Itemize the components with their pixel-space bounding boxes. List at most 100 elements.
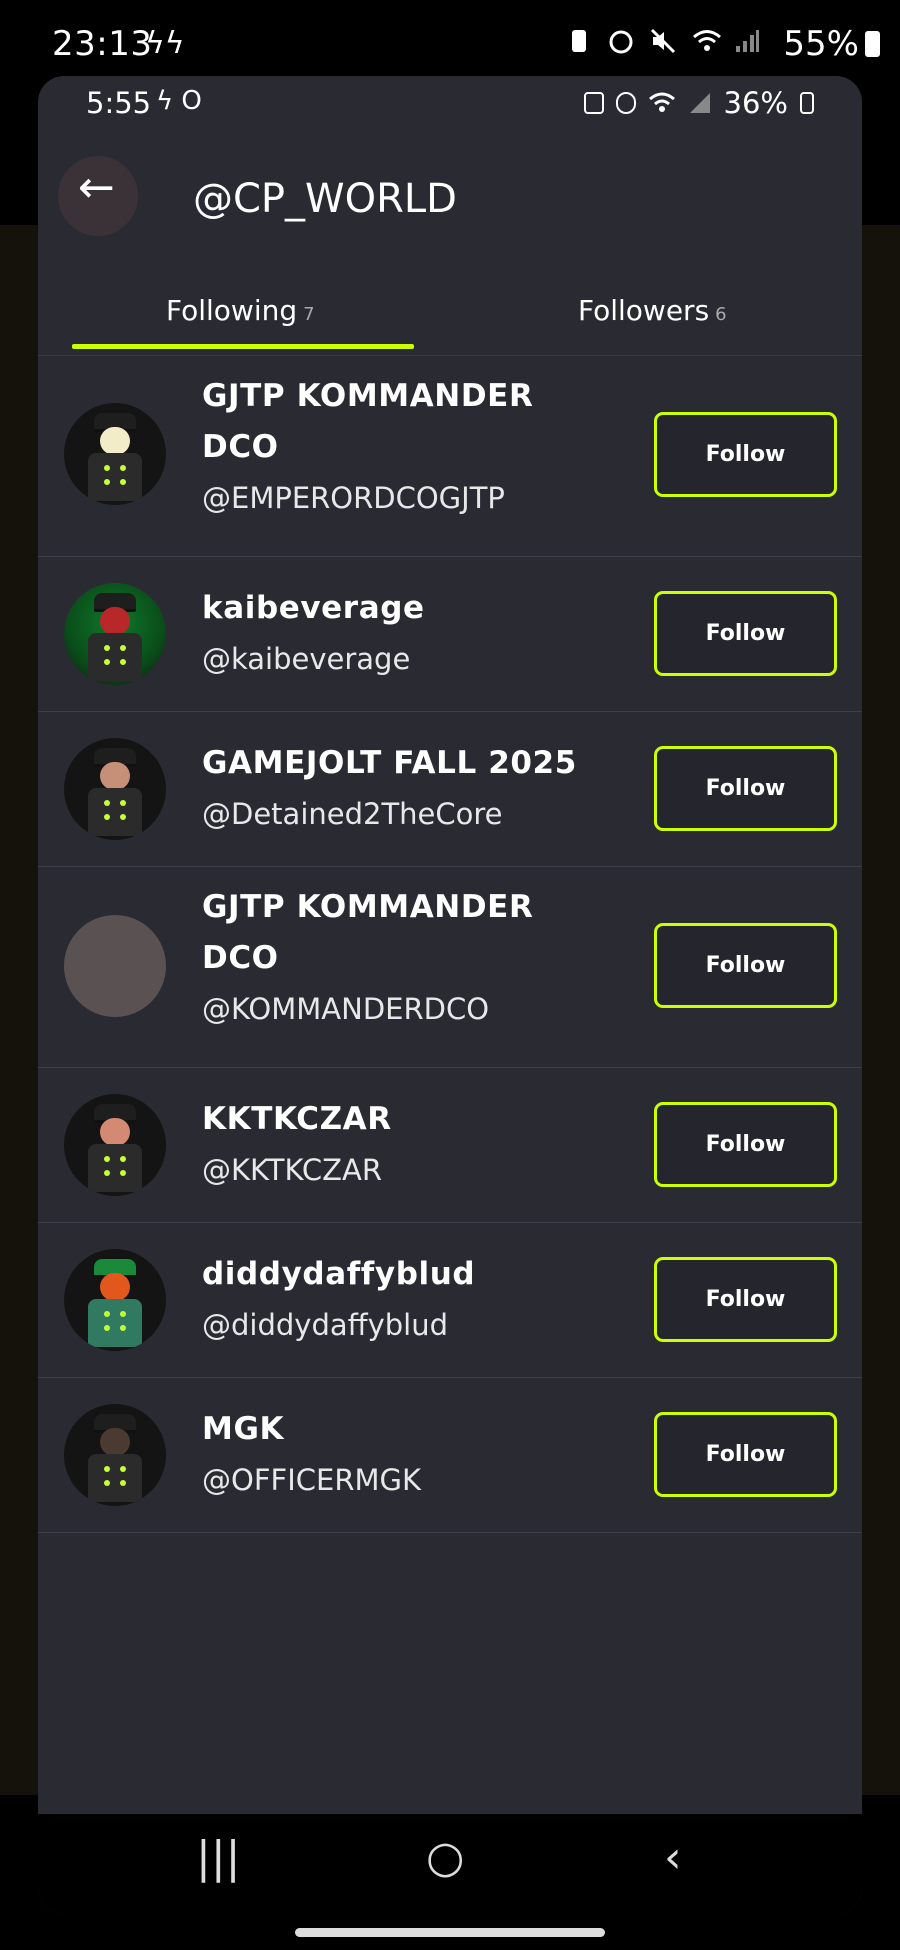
avatar[interactable] <box>64 403 166 505</box>
avatar-face <box>100 607 130 635</box>
avatar-button-dot <box>104 659 110 665</box>
user-row[interactable]: KKTKCZAR @KKTKCZAR Follow <box>38 1068 862 1223</box>
tab-following-count: 7 <box>303 304 315 325</box>
username[interactable]: @OFFICERMGK <box>202 1455 592 1505</box>
following-list: GJTP KOMMANDER DCO @EMPERORDCOGJTP Follo… <box>38 356 862 1533</box>
follow-button[interactable]: Follow <box>654 746 837 831</box>
avatar[interactable] <box>64 1094 166 1196</box>
battery-icon <box>800 92 814 114</box>
follow-button[interactable]: Follow <box>654 591 837 676</box>
user-row[interactable]: MGK @OFFICERMGK Follow <box>38 1378 862 1533</box>
avatar-face <box>100 762 130 790</box>
status-time: 23:13 <box>52 24 153 64</box>
avatar-face <box>100 1118 130 1146</box>
inner-status-time: 5:55 <box>86 86 152 120</box>
recent-apps-icon[interactable]: ||| <box>196 1832 240 1883</box>
follow-button[interactable]: Follow <box>654 1412 837 1497</box>
avatar-button-dot <box>120 479 126 485</box>
user-names: GAMEJOLT FALL 2025 @Detained2TheCore <box>202 738 622 839</box>
user-row[interactable]: diddydaffyblud @diddydaffyblud Follow <box>38 1223 862 1378</box>
avatar-button-dot <box>104 645 110 651</box>
avatar-button-dot <box>104 1325 110 1331</box>
avatar-button-dot <box>104 1170 110 1176</box>
avatar[interactable] <box>64 1249 166 1351</box>
username[interactable]: @kaibeverage <box>202 634 592 684</box>
tab-following-label: Following <box>166 294 298 327</box>
battery-percent: 55% <box>783 24 859 64</box>
tab-following[interactable]: Following 7 <box>166 294 315 327</box>
display-name[interactable]: MGK <box>202 1404 592 1455</box>
battery-saver-icon <box>583 92 604 114</box>
avatar-body <box>88 1144 142 1192</box>
lightning-icon: ϟϟ <box>145 26 185 61</box>
signal-icon <box>688 86 712 120</box>
avatar-button-dot <box>120 1156 126 1162</box>
avatar-body <box>88 633 142 681</box>
avatar[interactable] <box>64 583 166 685</box>
page-title: @CP_WORLD <box>193 176 457 222</box>
wifi-icon <box>692 28 721 54</box>
display-name[interactable]: GJTP KOMMANDER DCO <box>202 371 592 473</box>
avatar-button-dot <box>104 465 110 471</box>
avatar-button-dot <box>120 659 126 665</box>
username[interactable]: @Detained2TheCore <box>202 789 622 839</box>
battery-status: 55% <box>783 24 880 64</box>
avatar-button-dot <box>104 814 110 820</box>
avatar-button-dot <box>104 1480 110 1486</box>
app-header: ← @CP_WORLD <box>38 136 862 266</box>
avatar-button-dot <box>104 1466 110 1472</box>
user-row[interactable]: GJTP KOMMANDER DCO @EMPERORDCOGJTP Follo… <box>38 356 862 557</box>
tab-followers[interactable]: Followers 6 <box>578 294 727 327</box>
username[interactable]: @EMPERORDCOGJTP <box>202 473 592 523</box>
username[interactable]: @KOMMANDERDCO <box>202 984 592 1034</box>
avatar-button-dot <box>120 814 126 820</box>
display-name[interactable]: kaibeverage <box>202 583 592 634</box>
display-name[interactable]: diddydaffyblud <box>202 1249 592 1300</box>
user-row[interactable]: GAMEJOLT FALL 2025 @Detained2TheCore Fol… <box>38 712 862 867</box>
user-row[interactable]: kaibeverage @kaibeverage Follow <box>38 557 862 712</box>
back-icon[interactable]: ‹ <box>664 1832 682 1883</box>
avatar[interactable] <box>64 1404 166 1506</box>
avatar-button-dot <box>120 1311 126 1317</box>
avatar-button-dot <box>120 800 126 806</box>
display-name[interactable]: GJTP KOMMANDER DCO <box>202 882 592 984</box>
display-name[interactable]: GAMEJOLT FALL 2025 <box>202 738 622 789</box>
tab-followers-count: 6 <box>715 304 727 325</box>
avatar-placeholder[interactable] <box>64 915 166 1017</box>
display-name[interactable]: KKTKCZAR <box>202 1094 592 1145</box>
inner-battery-percent: 36% <box>723 86 788 120</box>
avatar-button-dot <box>120 645 126 651</box>
avatar-button-dot <box>120 1480 126 1486</box>
status-icons <box>566 28 760 54</box>
username[interactable]: @KKTKCZAR <box>202 1145 592 1195</box>
alarm-icon <box>608 28 634 54</box>
follow-button[interactable]: Follow <box>654 1257 837 1342</box>
back-arrow-icon[interactable]: ← <box>78 158 115 218</box>
avatar-button-dot <box>120 1170 126 1176</box>
tab-bar: Following 7 Followers 6 <box>38 276 862 356</box>
avatar[interactable] <box>64 738 166 840</box>
wifi-icon <box>648 86 676 120</box>
battery-icon <box>865 31 880 57</box>
user-names: MGK @OFFICERMGK <box>202 1404 592 1505</box>
user-row[interactable]: GJTP KOMMANDER DCO @KOMMANDERDCO Follow <box>38 867 862 1068</box>
username[interactable]: @diddydaffyblud <box>202 1300 592 1350</box>
avatar-body <box>88 453 142 501</box>
follow-button[interactable]: Follow <box>654 1102 837 1187</box>
navigation-bar: ||| ○ ‹ <box>38 1814 862 1914</box>
user-names: KKTKCZAR @KKTKCZAR <box>202 1094 592 1195</box>
inner-status-right: 36% <box>583 86 814 120</box>
mute-icon <box>650 28 676 54</box>
avatar-body <box>88 1454 142 1502</box>
avatar-button-dot <box>120 1325 126 1331</box>
avatar-button-dot <box>120 1466 126 1472</box>
follow-button[interactable]: Follow <box>654 923 837 1008</box>
home-indicator[interactable] <box>295 1928 605 1937</box>
app-window: 5:55 ϟ O 36% ← @CP_WORLD Following 7 Foll… <box>38 76 862 1914</box>
home-icon[interactable]: ○ <box>426 1832 464 1883</box>
alarm-icon <box>615 92 636 114</box>
avatar-body <box>88 1299 142 1347</box>
avatar-face <box>100 1273 130 1301</box>
follow-button[interactable]: Follow <box>654 412 837 497</box>
avatar-button-dot <box>104 800 110 806</box>
